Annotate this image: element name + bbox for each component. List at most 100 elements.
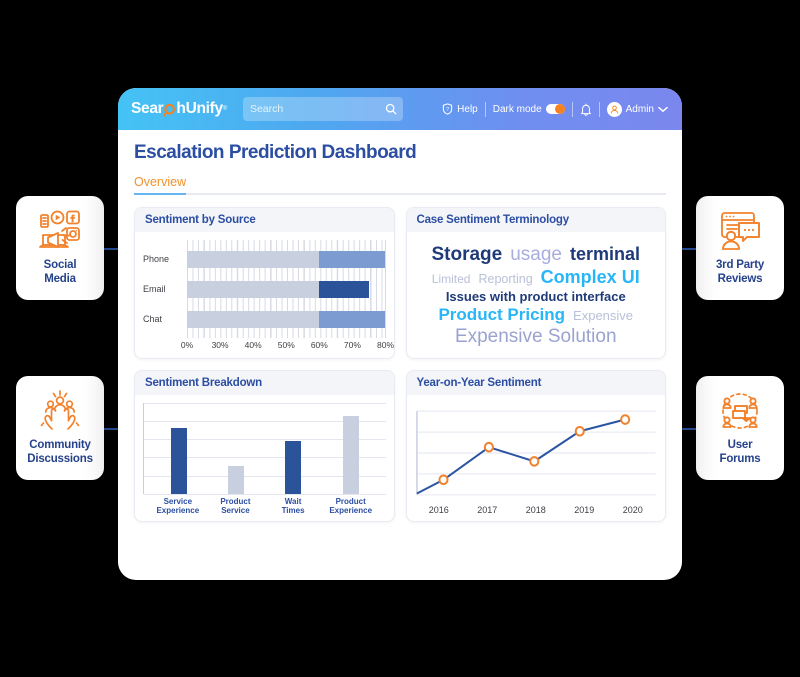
hbar-tick-label: 70% — [343, 340, 361, 350]
side-card-social-media[interactable]: Social Media — [16, 196, 104, 300]
line-tick-label: 2016 — [428, 505, 449, 515]
dark-mode-toggle[interactable]: Dark mode — [493, 104, 565, 115]
user-menu[interactable]: Admin — [606, 101, 668, 117]
hbar-plot-area — [187, 240, 386, 338]
side-card-label: Social Media — [43, 259, 77, 285]
help-label: Help — [457, 103, 478, 115]
nav-right-group: ? Help Dark mode Admin — [442, 101, 668, 117]
side-card-third-party-reviews[interactable]: 3rd Party Reviews — [696, 196, 784, 300]
user-avatar-icon — [606, 101, 622, 117]
panel-title: Sentiment Breakdown — [135, 371, 394, 395]
user-label: Admin — [625, 103, 654, 115]
word-cloud: Storage usage terminal Limited Reporting Comp… — [415, 240, 658, 352]
search-icon[interactable] — [385, 103, 397, 115]
line-data-point[interactable] — [484, 443, 492, 452]
word-cloud-term[interactable]: terminal — [570, 245, 640, 264]
search-bar[interactable] — [242, 97, 403, 121]
vbar-x-axis: Service Experience Product Service Wait Times… — [143, 494, 386, 515]
word-cloud-term[interactable]: Reporting — [478, 272, 532, 286]
page-root: Social Media Community Discussions 3rd P… — [0, 0, 800, 677]
hbar-tick-label: 50% — [277, 340, 295, 350]
word-cloud-row: Expensive Solution — [455, 327, 617, 347]
hbar-base-segment — [187, 310, 320, 328]
chart-sentiment-by-source: Phone Email Chat 0% 30% 40% 50% 60% 70% 80% — [135, 232, 394, 358]
chart-word-cloud: Storage usage terminal Limited Reporting Comp… — [407, 232, 666, 358]
hbar-value-segment — [319, 250, 386, 268]
word-cloud-term[interactable]: usage — [510, 245, 562, 265]
panel-grid: Sentiment by Source Phone Email Chat 0% … — [134, 207, 666, 522]
vbar-tick-label: Service Experience — [156, 496, 200, 515]
word-cloud-term[interactable]: Complex UI — [541, 267, 640, 287]
page-title: Escalation Prediction Dashboard — [134, 142, 417, 163]
vbar-tick-label: Wait Times — [281, 496, 305, 515]
hbar-label: Chat — [143, 314, 163, 324]
hbar-tick-label: 40% — [244, 340, 262, 350]
app-logo[interactable]: Sear hUnify ® — [131, 100, 227, 118]
word-cloud-term[interactable]: Expensive Solution — [455, 327, 617, 347]
line-data-point[interactable] — [530, 457, 538, 466]
vbar-tick-label: Product Experience — [329, 496, 373, 515]
logo-text-suffix: hUnify — [176, 100, 223, 117]
hbar-row — [187, 310, 386, 328]
tab-overview[interactable]: Overview — [134, 175, 187, 195]
svg-text:?: ? — [446, 107, 449, 113]
hbar-tick-label: 0% — [180, 340, 194, 350]
hbar-tick-label: 60% — [310, 340, 328, 350]
word-cloud-term[interactable]: Expensive — [573, 309, 633, 323]
help-shield-icon: ? — [442, 103, 453, 115]
vbar-bar — [285, 441, 302, 494]
hbar-base-segment — [187, 250, 320, 268]
line-tick-label: 2017 — [477, 505, 498, 515]
line-tick-label: 2018 — [525, 505, 546, 515]
line-tick-label: 2019 — [574, 505, 595, 515]
hbar-row — [187, 280, 386, 298]
chevron-down-icon[interactable] — [658, 106, 668, 113]
hbar-value-segment — [319, 310, 386, 328]
chart-sentiment-breakdown: Service Experience Product Service Wait Times… — [135, 395, 394, 521]
chart-year-on-year: 2016 2017 2018 2019 2020 — [407, 395, 666, 521]
user-forums-icon — [717, 389, 763, 433]
word-cloud-term[interactable]: Product Pricing — [438, 306, 565, 324]
vbar-bar — [342, 415, 359, 494]
line-series-path — [416, 420, 624, 494]
word-cloud-term[interactable]: Limited — [432, 273, 471, 286]
line-data-point[interactable] — [575, 427, 583, 436]
top-navigation-bar: Sear hUnify ® Search ? Help Dark mode Ad… — [118, 88, 682, 130]
line-tick-label: 2020 — [622, 505, 643, 515]
vbar-bar — [170, 428, 187, 494]
vbar-bar — [228, 465, 245, 494]
side-card-label: User Forums — [719, 439, 761, 465]
word-cloud-term[interactable]: Storage — [431, 245, 502, 265]
side-card-label: 3rd Party Reviews — [715, 259, 765, 285]
notification-bell-icon[interactable] — [580, 103, 592, 116]
registered-trademark-symbol: ® — [222, 106, 227, 112]
vbar-gridline — [144, 493, 386, 495]
social-media-megaphone-icon — [37, 209, 83, 253]
help-button[interactable]: ? Help — [442, 103, 478, 115]
hbar-value-segment — [319, 280, 369, 298]
nav-divider — [598, 101, 600, 117]
word-cloud-row: Storage usage terminal — [431, 245, 640, 265]
nav-divider — [484, 101, 486, 117]
word-cloud-term[interactable]: Issues with product interface — [446, 290, 626, 304]
line-data-point[interactable] — [439, 475, 447, 484]
tab-bar: Overview — [134, 173, 666, 195]
hbar-label: Phone — [143, 254, 170, 264]
hbar-tick-label: 80% — [376, 340, 395, 350]
side-card-user-forums[interactable]: User Forums — [696, 376, 784, 480]
panel-title: Case Sentiment Terminology — [406, 208, 665, 232]
dashboard-window: Sear hUnify ® Search ? Help Dark mode Ad… — [118, 88, 682, 580]
dark-mode-switch[interactable] — [545, 104, 565, 114]
search-input[interactable] — [249, 103, 385, 115]
hbar-base-segment — [187, 280, 320, 298]
hbar-tick-label: 30% — [211, 340, 229, 350]
panel-title: Sentiment by Source — [135, 208, 394, 232]
word-cloud-row: Limited Reporting Complex UI — [432, 267, 640, 287]
line-plot-area — [415, 403, 658, 503]
panel-year-on-year-sentiment: Year-on-Year Sentiment 2016 2017 2018 2019 2… — [405, 370, 666, 522]
hbar-row — [187, 250, 386, 268]
vbar-tick-label: Product Service — [220, 496, 251, 515]
side-card-community-discussions[interactable]: Community Discussions — [16, 376, 104, 480]
line-data-point[interactable] — [621, 415, 629, 424]
panel-sentiment-by-source: Sentiment by Source Phone Email Chat 0% … — [134, 207, 395, 359]
